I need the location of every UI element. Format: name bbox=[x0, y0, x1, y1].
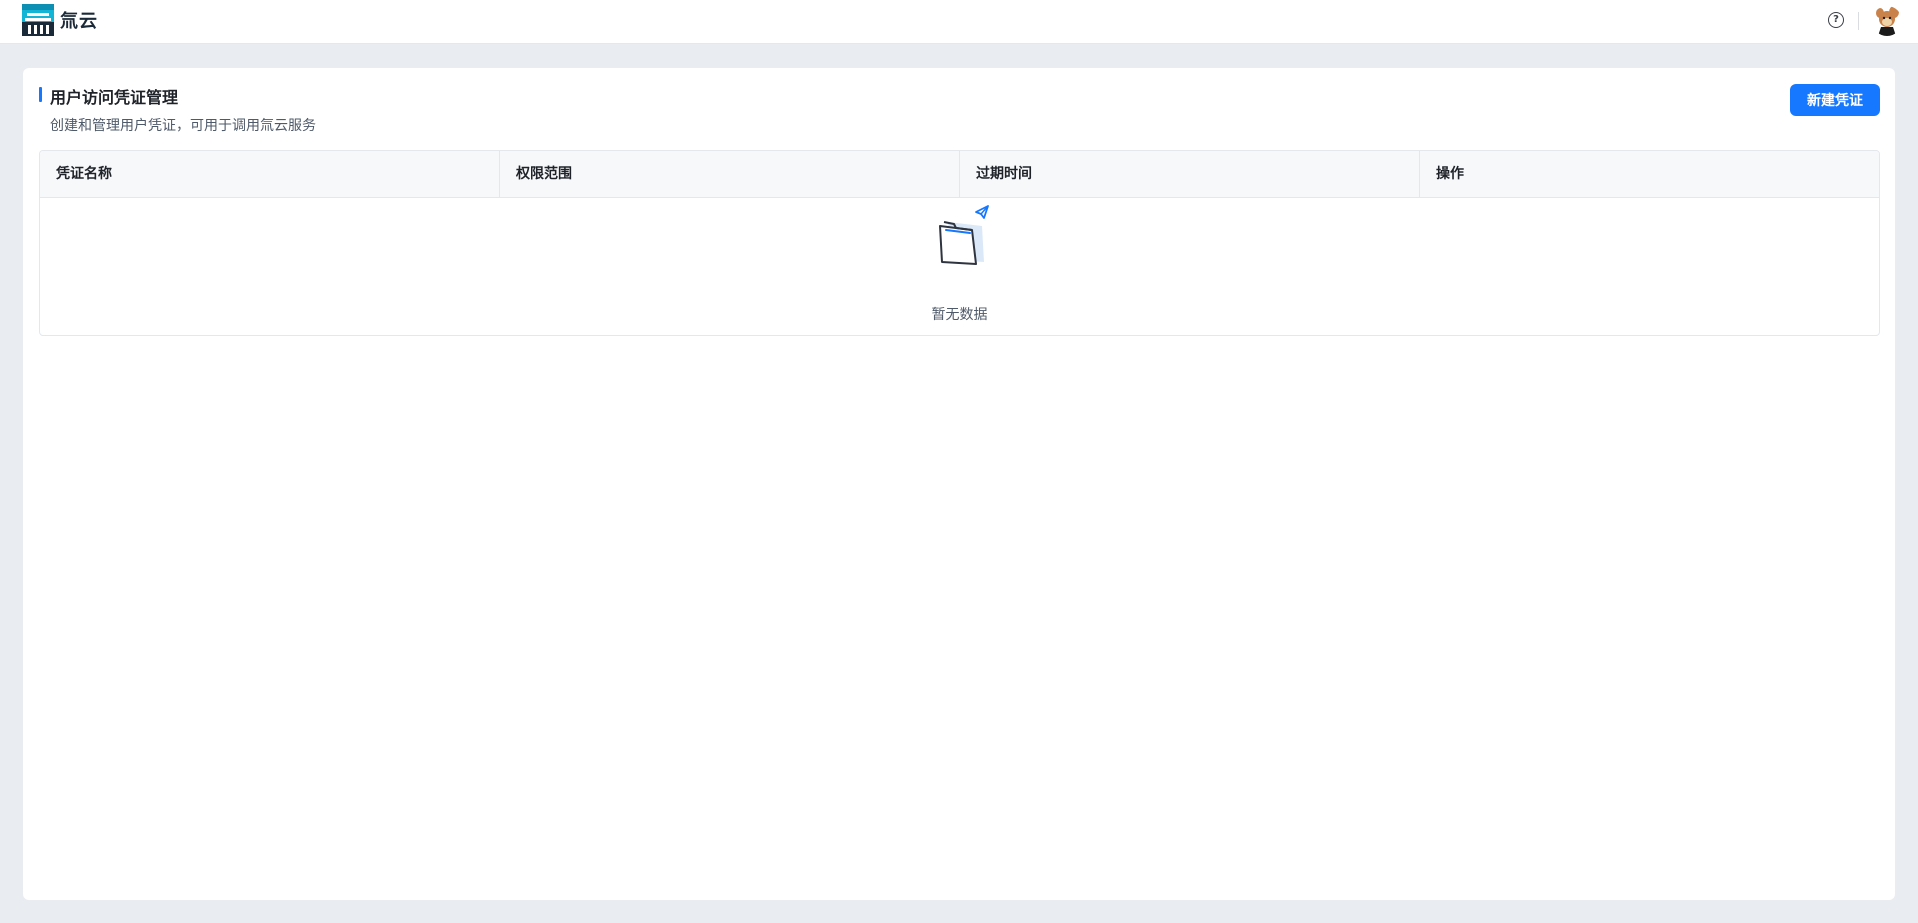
column-header-expiry: 过期时间 bbox=[960, 151, 1420, 197]
page-title: 用户访问凭证管理 bbox=[50, 88, 179, 107]
credentials-table: 凭证名称 权限范围 过期时间 操作 暂无数据 bbox=[39, 150, 1880, 336]
column-header-scope: 权限范围 bbox=[500, 151, 960, 197]
column-header-name: 凭证名称 bbox=[40, 151, 500, 197]
new-credential-button[interactable]: 新建凭证 bbox=[1790, 84, 1880, 116]
question-circle-icon[interactable]: ? bbox=[1828, 12, 1844, 28]
logo-icon bbox=[22, 4, 54, 36]
column-header-actions: 操作 bbox=[1436, 166, 1464, 182]
avatar-icon bbox=[1872, 6, 1902, 36]
page-subtitle: 创建和管理用户凭证，可用于调用氚云服务 bbox=[50, 118, 316, 134]
table-header: 凭证名称 权限范围 过期时间 操作 bbox=[40, 151, 1879, 198]
empty-folder-icon bbox=[939, 205, 989, 265]
title-accent-bar bbox=[39, 87, 42, 102]
empty-state-text: 暂无数据 bbox=[931, 307, 988, 323]
table-body: 暂无数据 bbox=[40, 198, 1879, 335]
header-divider bbox=[1858, 12, 1859, 30]
credentials-card: 用户访问凭证管理 创建和管理用户凭证，可用于调用氚云服务 新建凭证 凭证名称 权… bbox=[23, 68, 1895, 900]
top-bar: 氚云 ? bbox=[0, 0, 1918, 44]
app-logo[interactable]: 氚云 bbox=[22, 4, 98, 36]
app-name: 氚云 bbox=[60, 11, 98, 32]
user-avatar[interactable] bbox=[1872, 6, 1902, 36]
